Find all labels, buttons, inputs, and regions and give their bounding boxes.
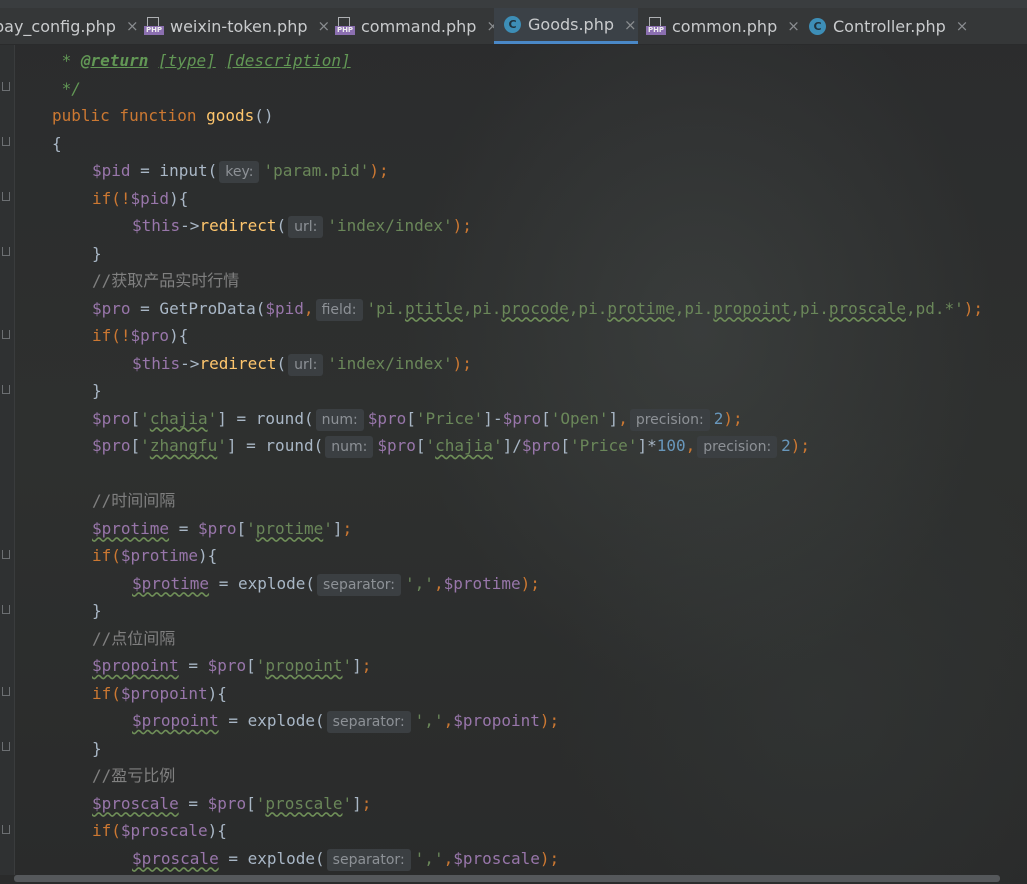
tab-controller[interactable]: C Controller.php × bbox=[809, 8, 968, 44]
code-line: { bbox=[52, 133, 62, 153]
code-line: //点位间隔 bbox=[92, 628, 176, 648]
code-line: if(!$pro){ bbox=[92, 326, 189, 345]
code-line: $pid = input(key:'param.pid'); bbox=[92, 157, 389, 185]
fold-marker-icon[interactable] bbox=[2, 550, 10, 559]
code-line: } bbox=[92, 601, 102, 620]
php-file-icon: PHP bbox=[335, 16, 355, 36]
tab-label: pay_config.php bbox=[0, 16, 116, 36]
tab-label: Goods.php bbox=[528, 15, 615, 34]
editor-gutter bbox=[0, 45, 15, 875]
tab-weixin-token[interactable]: PHP weixin-token.php × bbox=[144, 8, 330, 44]
code-line: if($protime){ bbox=[92, 546, 218, 565]
code-line: $protime = explode(separator: ',',$protim… bbox=[132, 570, 540, 598]
close-icon[interactable]: × bbox=[624, 16, 637, 34]
tab-label: common.php bbox=[672, 16, 778, 36]
code-line: } bbox=[92, 738, 102, 758]
code-line: //获取产品实时行情 bbox=[92, 271, 240, 290]
code-line: $pro = GetProData($pid, field:'pi.ptitle,… bbox=[92, 295, 983, 323]
fold-marker-icon[interactable] bbox=[2, 825, 10, 834]
close-icon[interactable]: × bbox=[126, 17, 139, 35]
param-hint: url: bbox=[288, 216, 324, 238]
php-file-icon: PHP bbox=[144, 16, 164, 36]
class-file-icon: C bbox=[809, 17, 826, 35]
code-line: $propoint = explode(separator: ',',$propo… bbox=[132, 707, 559, 735]
code-line: $this->redirect(url:'index/index'); bbox=[132, 212, 472, 240]
fold-marker-icon[interactable] bbox=[2, 742, 10, 751]
fold-marker-icon[interactable] bbox=[2, 192, 10, 201]
tab-command[interactable]: PHP command.php × bbox=[335, 8, 499, 44]
code-line: $pro['zhangfu'] = round(num: $pro['chajia… bbox=[92, 432, 810, 460]
close-icon[interactable]: × bbox=[956, 17, 969, 35]
fold-marker-icon[interactable] bbox=[2, 605, 10, 614]
fold-marker-icon[interactable] bbox=[2, 247, 10, 256]
code-line: */ bbox=[52, 78, 81, 98]
param-hint: url: bbox=[288, 353, 324, 376]
param-hint: precision: bbox=[629, 408, 710, 431]
class-file-icon: C bbox=[504, 16, 521, 33]
fold-marker-icon[interactable] bbox=[2, 330, 10, 339]
code-line: public function goods() bbox=[52, 106, 274, 125]
tab-label: command.php bbox=[361, 16, 477, 36]
code-line: if(!$pid){ bbox=[92, 188, 189, 208]
code-line: $propoint = $pro['propoint']; bbox=[92, 656, 372, 675]
code-line: * @return [type] [description] bbox=[52, 51, 351, 70]
code-line: } bbox=[92, 381, 102, 400]
code-line: $protime = $pro['protime']; bbox=[92, 518, 353, 538]
param-hint: precision: bbox=[697, 436, 778, 458]
code-line: if($proscale){ bbox=[92, 821, 227, 840]
code-line: } bbox=[92, 243, 102, 263]
horizontal-scrollbar[interactable] bbox=[14, 875, 1000, 882]
tab-common[interactable]: PHP common.php × bbox=[646, 8, 800, 44]
param-hint: separator: bbox=[326, 848, 411, 871]
param-hint: key: bbox=[219, 161, 260, 183]
tab-pay-config[interactable]: pay_config.php × bbox=[0, 8, 139, 44]
editor-tab-bar: pay_config.php × PHP weixin-token.php × … bbox=[0, 8, 1027, 45]
close-icon[interactable]: × bbox=[787, 17, 800, 35]
code-line: //盈亏比例 bbox=[92, 766, 176, 785]
code-line: $this->redirect(url:'index/index'); bbox=[132, 350, 472, 378]
param-hint: num: bbox=[315, 408, 364, 431]
code-line: //时间间隔 bbox=[92, 491, 176, 510]
code-line: if($propoint){ bbox=[92, 683, 227, 703]
tab-label: weixin-token.php bbox=[170, 16, 308, 36]
param-hint: separator: bbox=[317, 573, 402, 596]
fold-marker-icon[interactable] bbox=[2, 385, 10, 394]
fold-marker-icon[interactable] bbox=[2, 137, 10, 146]
php-file-icon: PHP bbox=[646, 16, 666, 36]
code-line: $pro['chajia'] = round(num: $pro['Price']… bbox=[92, 405, 743, 433]
param-hint: separator: bbox=[326, 711, 411, 733]
window-top-strip bbox=[0, 0, 1027, 8]
fold-marker-icon[interactable] bbox=[2, 82, 10, 91]
tab-label: Controller.php bbox=[833, 16, 946, 36]
close-icon[interactable]: × bbox=[317, 17, 330, 35]
code-line: $proscale = $pro['proscale']; bbox=[92, 793, 372, 813]
param-hint: field: bbox=[315, 298, 363, 321]
code-line: $proscale = explode(separator: ',',$prosc… bbox=[132, 845, 559, 873]
fold-marker-icon[interactable] bbox=[2, 687, 10, 696]
param-hint: num: bbox=[325, 436, 374, 458]
tab-goods[interactable]: C Goods.php × bbox=[494, 8, 638, 44]
